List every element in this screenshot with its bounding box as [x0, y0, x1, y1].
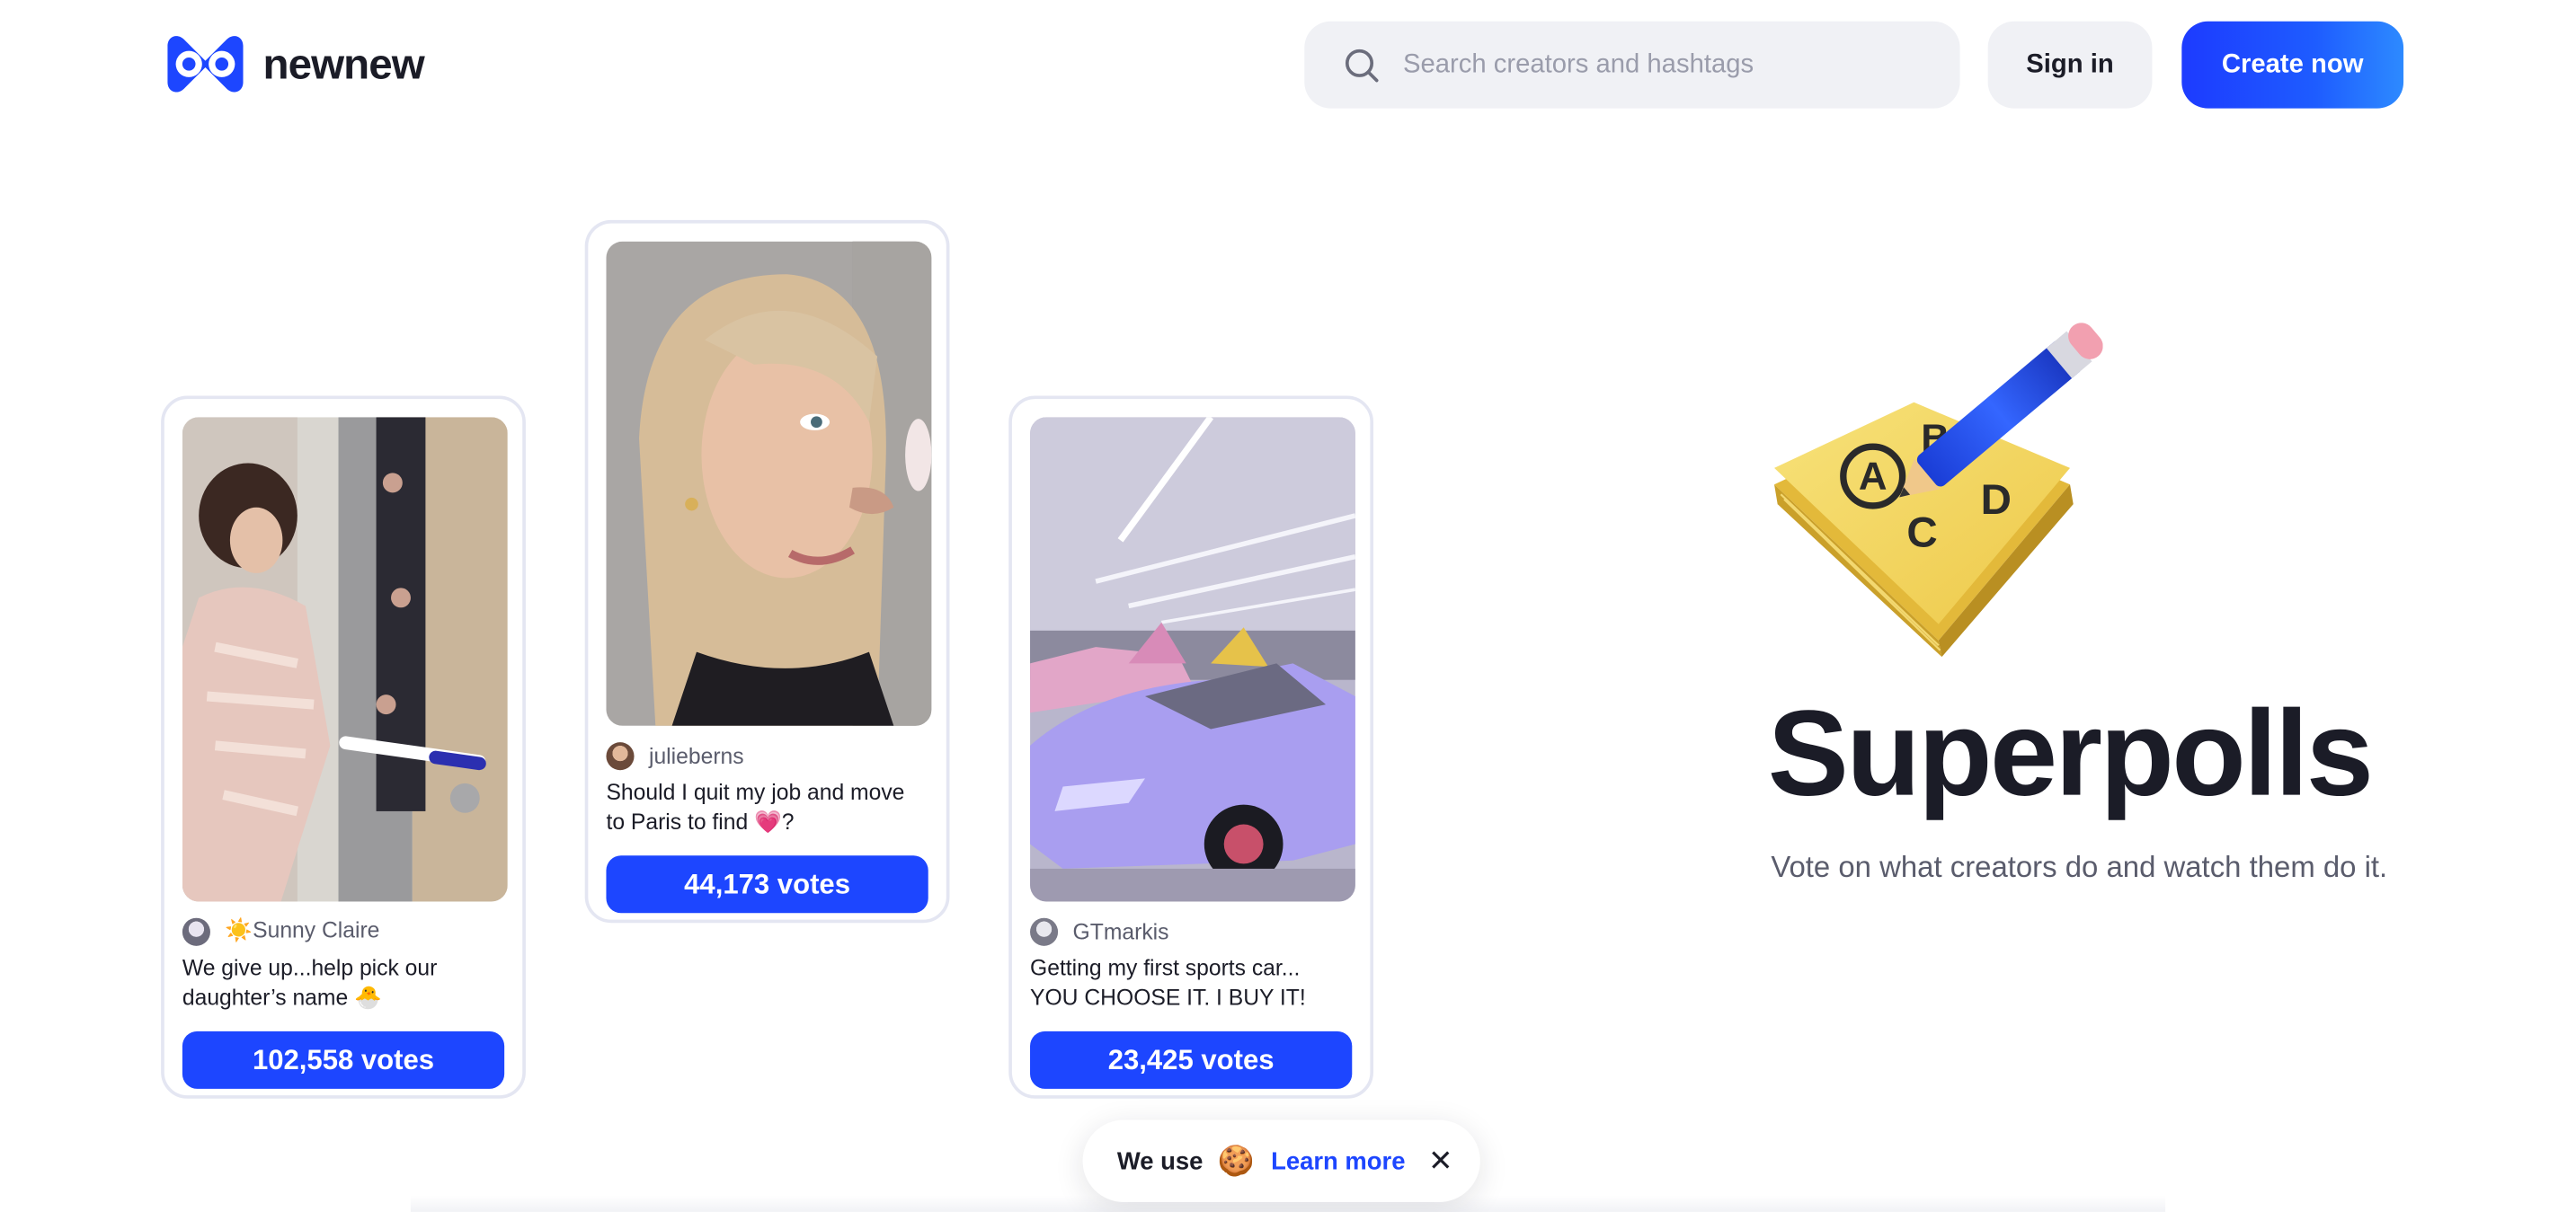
hero-subtitle: Vote on what creators do and watch them …: [1771, 850, 2388, 884]
superpoll-card[interactable]: GTmarkis Getting my first sports car... …: [1008, 395, 1374, 1099]
newnew-logo-icon: [167, 36, 244, 93]
search-bar[interactable]: [1304, 21, 1960, 109]
card-title: Getting my first sports car... YOU CHOOS…: [1030, 955, 1306, 1010]
illustration-letter-d: D: [1981, 476, 2012, 524]
card-title: Should I quit my job and move to Paris t…: [606, 780, 905, 834]
author-name: GTmarkis: [1072, 918, 1169, 944]
avatar: [606, 741, 635, 770]
author-name: ☀️Sunny Claire: [225, 917, 380, 943]
close-icon[interactable]: ✕: [1428, 1146, 1453, 1176]
card-thumbnail[interactable]: [1030, 417, 1355, 902]
card-author[interactable]: ☀️Sunny Claire: [182, 916, 504, 946]
learn-more-link[interactable]: Learn more: [1271, 1147, 1405, 1175]
card-author[interactable]: julieberns: [606, 740, 928, 770]
video-thumbnail-image: [182, 417, 508, 902]
search-input[interactable]: [1399, 48, 1932, 82]
superpoll-card[interactable]: julieberns Should I quit my job and move…: [584, 219, 950, 924]
logo-text: newnew: [262, 38, 424, 88]
logo[interactable]: newnew: [161, 33, 425, 95]
cookie-icon: 🍪: [1217, 1144, 1255, 1178]
votes-button[interactable]: 23,425 votes: [1030, 1031, 1353, 1089]
votes-button[interactable]: 102,558 votes: [182, 1031, 505, 1089]
superpoll-card[interactable]: ☀️Sunny Claire We give up...help pick ou…: [161, 395, 526, 1099]
page: newnew Sign in Create now: [0, 0, 2576, 1212]
search-icon: [1345, 48, 1379, 82]
card-title: We give up...help pick our daughter’s na…: [182, 955, 438, 1010]
card-author[interactable]: GTmarkis: [1030, 916, 1352, 946]
author-name: julieberns: [648, 743, 744, 768]
sign-in-button[interactable]: Sign in: [1987, 21, 2153, 109]
video-thumbnail-image: [1030, 417, 1355, 902]
avatar: [1030, 916, 1059, 945]
card-thumbnail[interactable]: [182, 417, 508, 902]
cookie-text: We use: [1116, 1146, 1204, 1175]
hero-title: Superpolls: [1767, 685, 2374, 821]
card-thumbnail[interactable]: [606, 241, 932, 726]
votes-button[interactable]: 44,173 votes: [606, 855, 928, 914]
illustration-letter-a: A: [1859, 455, 1888, 499]
avatar: [182, 916, 210, 945]
header: newnew Sign in Create now: [0, 0, 2576, 131]
illustration-letter-c: C: [1906, 509, 1937, 557]
video-thumbnail-image: [606, 241, 932, 726]
superpolls-illustration-icon: A B C D: [1774, 323, 2103, 658]
cookie-banner: We use 🍪 Learn more ✕: [1082, 1119, 1480, 1202]
create-now-button[interactable]: Create now: [2181, 21, 2404, 109]
